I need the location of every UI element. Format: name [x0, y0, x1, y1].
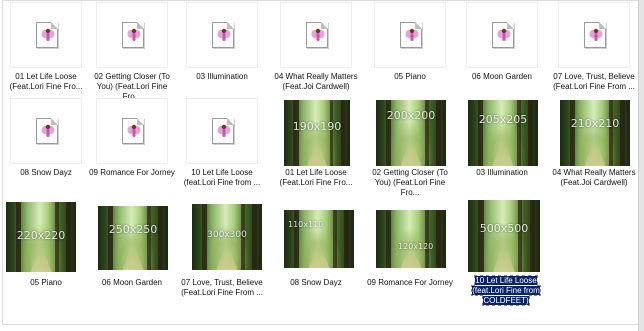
file-name: 06 Moon Garden: [101, 278, 163, 287]
album-art-thumbnail: 500x500: [468, 200, 540, 272]
file-name: 08 Snow Dayz: [290, 278, 342, 287]
file-name: 06 Moon Garden: [471, 72, 533, 81]
album-art-thumbnail: 190x190: [284, 100, 350, 166]
file-name: 07 Love, Trust, Believe (Feat.Lori Fine …: [181, 278, 263, 297]
thumbnail-size-text: 190x190: [292, 119, 342, 133]
album-art-thumbnail: 205x205: [468, 100, 538, 166]
file-name: 10 Let Life Loose (feat.Lori Fine from .…: [183, 168, 261, 187]
thumbnail-size-text: 205x205: [478, 113, 528, 127]
file-name: 09 Romance For Jorney: [367, 278, 453, 287]
album-art-thumbnail: 300x300: [192, 204, 262, 270]
file-name: 04 What Really Matters (Feat.Joi Cardwel…: [274, 72, 358, 91]
album-art-thumbnail: 210x210: [560, 100, 630, 166]
thumbnail-size-text: 500x500: [479, 221, 529, 235]
thumbnail-size-text: 200x200: [386, 109, 436, 123]
file-name: 07 Love, Trust, Believe (Feat.Lori Fine …: [553, 72, 635, 91]
album-art-thumbnail: 110x110: [284, 210, 354, 268]
file-name: 03 Illumination: [476, 168, 528, 177]
music-file-icon: [492, 22, 514, 48]
album-art-thumbnail: 250x250: [98, 206, 168, 270]
vertical-scrollbar[interactable]: [638, 0, 644, 331]
file-name: 02 Getting Closer (To You) (Feat.Lori Fi…: [372, 168, 448, 197]
music-file-icon: [212, 118, 234, 144]
file-name: 08 Snow Dayz: [20, 168, 72, 177]
thumbnail-size-text: 250x250: [108, 222, 158, 236]
music-file-icon: [400, 22, 422, 48]
music-file-icon: [36, 22, 58, 48]
file-name-selected: 10 Let Life Loose (feat.Lori Fine from C…: [466, 275, 546, 306]
file-name: 01 Let Life Loose (Feat.Lori Fine Fro...: [9, 72, 83, 91]
thumbnail-size-text: 300x300: [207, 230, 247, 241]
music-file-icon: [306, 22, 328, 48]
album-art-thumbnail: 120x120: [376, 210, 446, 268]
file-name: 03 Illumination: [196, 72, 248, 81]
album-art-thumbnail: 200x200: [376, 100, 446, 166]
music-file-icon: [212, 22, 234, 48]
music-file-icon: [122, 22, 144, 48]
file-name: 05 Piano: [394, 72, 426, 81]
music-file-icon: [584, 22, 606, 48]
thumbnail-size-text: 210x210: [570, 117, 620, 131]
selected-label-text: 10 Let Life Loose (feat.Lori Fine from C…: [471, 275, 541, 306]
music-file-icon: [36, 118, 58, 144]
thumbnail-size-text: 110x110: [288, 220, 324, 230]
file-name: 09 Romance For Jorney: [89, 168, 175, 177]
file-name: 01 Let Life Loose (Feat.Lori Fine Fro...: [279, 168, 353, 187]
album-art-thumbnail: 220x220: [6, 202, 76, 272]
music-file-icon: [122, 118, 144, 144]
file-name: 05 Piano: [30, 278, 62, 287]
thumbnail-size-text: 120x120: [398, 241, 434, 251]
thumbnail-size-text: 220x220: [16, 228, 66, 242]
file-name: 04 What Really Matters (Feat.Joi Cardwel…: [552, 168, 636, 187]
